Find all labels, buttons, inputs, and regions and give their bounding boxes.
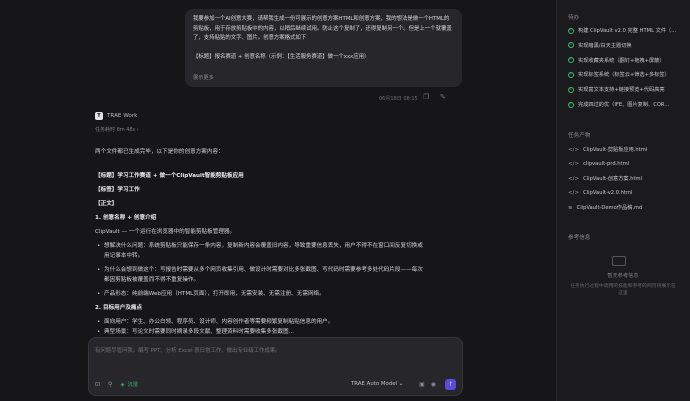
- response-text: 面向用户：学生、办公白领、程序员、设计师、内容创作者等需要频繁复制粘贴信息的用户…: [104, 319, 334, 325]
- response-text: 产品形态：纯前端Web应用（HTML页面），打开即用，无需安装、无需注册、无需网…: [104, 291, 325, 297]
- artifact-file-name: ClipVault-创意方案.html: [583, 176, 643, 183]
- artifacts-section-title: 任务产物: [568, 133, 591, 139]
- chat-input-box[interactable]: 有问题尽管问我，编写 PPT、分析 Excel 表日常工作、做出专业级工作成果。…: [88, 337, 463, 396]
- message-actions: ❐ ✎: [423, 94, 447, 101]
- show-more-link[interactable]: 展示更多: [193, 74, 214, 84]
- chevron-right-icon: ›: [136, 127, 139, 133]
- code-file-icon: </>: [568, 189, 580, 196]
- attach-context-icon[interactable]: ⊡: [95, 381, 100, 388]
- response-paragraph: 用记事本中转。: [95, 252, 143, 261]
- mode-toggle[interactable]: ◈ 沉浸: [120, 381, 138, 389]
- response-bullet: 典型场景：写论文时需要同时摘录多段文献、整理资料时需要收集多张截图...: [95, 328, 294, 337]
- response-heading: 【标题】学习工作赛道 + 做一个ClipVault智能剪贴板应用: [95, 172, 244, 181]
- reference-section-title: 参考信息: [568, 235, 591, 241]
- todo-label: 实现标签系统（标签云+筛选+多标签）: [578, 72, 670, 79]
- response-paragraph: 都因剪贴板被覆盖而不得不重复操作。: [95, 276, 199, 285]
- artifact-file-name: ClipVault-剪贴板应用.html: [583, 147, 648, 153]
- app-window: 我要参加一个AI创意大赛，请帮我生成一份可展示的创意方案HTML和创意方案，我的…: [0, 0, 690, 401]
- todo-label: 实现收藏夹系统（翻钉+拖拽+屏蔽）: [578, 57, 665, 64]
- artifact-file-name: clipvault-prd.html: [583, 160, 630, 167]
- image-icon[interactable]: ▣: [419, 381, 425, 388]
- todo-label: 实现暗黑/白天主题切换: [578, 42, 632, 49]
- assistant-header: T TRAE Work: [95, 112, 137, 120]
- response-text: 【标题】学习工作赛道 + 做一个ClipVault智能剪贴板应用: [95, 173, 244, 179]
- trae-logo-icon: T: [95, 112, 103, 120]
- message-timestamp: 06月18日 08:15: [379, 96, 418, 102]
- todo-item[interactable]: ✓ 完成四过的优（IFE、图片复制、COR...: [568, 101, 686, 108]
- response-text: 为什么会想到做这个：写报告时需要从多个网页收集引用、做设计时需要对比多张截图、写…: [104, 267, 423, 273]
- response-text: 2. 目标用户及痛点: [95, 305, 143, 311]
- artifact-file-item[interactable]: </> ClipVault-创意方案.html: [568, 175, 643, 183]
- task-elapsed-text: 任务耗时 8m 48s: [95, 127, 136, 133]
- code-file-icon: </>: [568, 146, 580, 153]
- artifact-file-item[interactable]: </> ClipVault-v2.0.html: [568, 190, 632, 196]
- mode-label: 沉浸: [127, 382, 138, 388]
- artifact-file-item[interactable]: ≡ ClipVault-Demo作品稿.md: [568, 204, 643, 212]
- assistant-name: TRAE Work: [107, 113, 138, 119]
- todo-item[interactable]: ✓ 实现富文本支持+链接预览+代码高亮: [568, 86, 686, 93]
- microphone-icon[interactable]: ◉: [431, 381, 436, 388]
- todo-label: 实现富文本支持+链接预览+代码高亮: [578, 87, 665, 94]
- check-circle-icon: ✓: [568, 57, 574, 64]
- todo-item[interactable]: ✓ 实现暗黑/白天主题切换: [568, 42, 686, 49]
- response-text: 1. 创意名称 + 创意介绍: [95, 215, 157, 221]
- check-circle-icon: ✓: [568, 42, 574, 49]
- empty-folder-icon: [612, 256, 626, 266]
- artifact-file-item[interactable]: </> clipvault-prd.html: [568, 161, 629, 167]
- input-toolbar: ⊡ ⚲ ◈ 沉浸: [95, 381, 138, 388]
- input-right-tools: ▣ ◉: [419, 381, 436, 388]
- mode-icon: ◈: [120, 381, 125, 388]
- response-bullet: 产品形态：纯前端Web应用（HTML页面），打开即用，无需安装、无需注册、无需网…: [95, 290, 325, 299]
- response-bullet: 为什么会想到做这个：写报告时需要从多个网页收集引用、做设计时需要对比多张截图、写…: [95, 266, 423, 275]
- check-circle-icon: ✓: [568, 27, 574, 34]
- response-text: 想解决什么问题：系统剪贴板只能保存一条内容，复制新内容会覆盖旧内容，导致重要信息…: [104, 243, 423, 249]
- reference-empty-subtitle: 任务执行过程中调用的技能和参考的网页将展示在这里: [570, 284, 676, 296]
- todo-item[interactable]: ✓ 实现标签系统（标签云+筛选+多标签）: [568, 71, 686, 78]
- response-text: 【标签】学习工作: [95, 187, 140, 193]
- todo-item[interactable]: ✓ 构建 ClipVault v2.0 完整 HTML 文件（...: [568, 27, 686, 34]
- response-heading: 2. 目标用户及痛点: [95, 304, 142, 313]
- response-paragraph: 两个文件都已生成完毕，以下是你的创意方案内容：: [95, 148, 224, 157]
- markdown-file-icon: ≡: [568, 204, 573, 211]
- response-bullet: 面向用户：学生、办公白领、程序员、设计师、内容创作者等需要频繁复制粘贴信息的用户…: [95, 318, 333, 327]
- todo-label: 构建 ClipVault v2.0 完整 HTML 文件（...: [578, 28, 677, 34]
- send-button[interactable]: ↑: [445, 379, 456, 390]
- check-circle-icon: ✓: [568, 101, 574, 108]
- todo-label: 完成四过的优（IFE、图片复制、COR...: [578, 102, 670, 108]
- response-text: ClipVault — 一个运行在浏览器中的智能剪贴板管理器。: [95, 229, 236, 235]
- paperclip-icon[interactable]: ⚲: [108, 381, 112, 388]
- response-text: 用记事本中转。: [104, 253, 144, 259]
- response-text: 两个文件都已生成完毕，以下是你的创意方案内容：: [95, 149, 224, 155]
- model-selector[interactable]: TRAE Auto Model ⌄: [351, 381, 403, 387]
- check-circle-icon: ✓: [568, 86, 574, 93]
- response-text: 典型场景：写论文时需要同时摘录多段文献、整理资料时需要收集多张截图...: [104, 329, 294, 335]
- response-bullet: 想解决什么问题：系统剪贴板只能保存一条内容，复制新内容会覆盖旧内容，导致重要信息…: [95, 242, 423, 251]
- user-message-bubble: 我要参加一个AI创意大赛，请帮我生成一份可展示的创意方案HTML和创意方案，我的…: [185, 9, 462, 87]
- artifact-file-item[interactable]: </> ClipVault-剪贴板应用.html: [568, 146, 648, 154]
- todo-item[interactable]: ✓ 实现收藏夹系统（翻钉+拖拽+屏蔽）: [568, 57, 686, 64]
- user-message-text: 我要参加一个AI创意大赛，请帮我生成一份可展示的创意方案HTML和创意方案，我的…: [193, 16, 452, 60]
- reference-empty-title: 暂无参考信息: [607, 273, 639, 279]
- artifact-file-name: ClipVault-Demo作品稿.md: [576, 205, 643, 212]
- response-heading: 1. 创意名称 + 创意介绍: [95, 214, 156, 223]
- code-file-icon: </>: [568, 160, 580, 167]
- edit-icon[interactable]: ✎: [440, 94, 447, 101]
- chat-panel: 我要参加一个AI创意大赛，请帮我生成一份可展示的创意方案HTML和创意方案，我的…: [0, 0, 556, 401]
- check-circle-icon: ✓: [568, 71, 574, 78]
- artifact-file-name: ClipVault-v2.0.html: [583, 189, 633, 196]
- code-file-icon: </>: [568, 175, 580, 182]
- task-elapsed[interactable]: 任务耗时 8m 48s ›: [95, 126, 139, 133]
- copy-icon[interactable]: ❐: [423, 94, 430, 101]
- response-heading: 【正文】: [95, 200, 117, 209]
- response-paragraph: ClipVault — 一个运行在浏览器中的智能剪贴板管理器。: [95, 228, 235, 237]
- response-heading: 【标签】学习工作: [95, 186, 140, 195]
- model-label: TRAE Auto Model: [351, 381, 398, 387]
- todo-section-title: 待办: [568, 15, 580, 21]
- chat-input-placeholder[interactable]: 有问题尽管问我，编写 PPT、分析 Excel 表日常工作、做出专业级工作成果。: [95, 346, 281, 354]
- response-text: 【正文】: [95, 201, 118, 207]
- chevron-down-icon: ⌄: [398, 381, 404, 387]
- response-text: 都因剪贴板被覆盖而不得不重复操作。: [104, 277, 200, 283]
